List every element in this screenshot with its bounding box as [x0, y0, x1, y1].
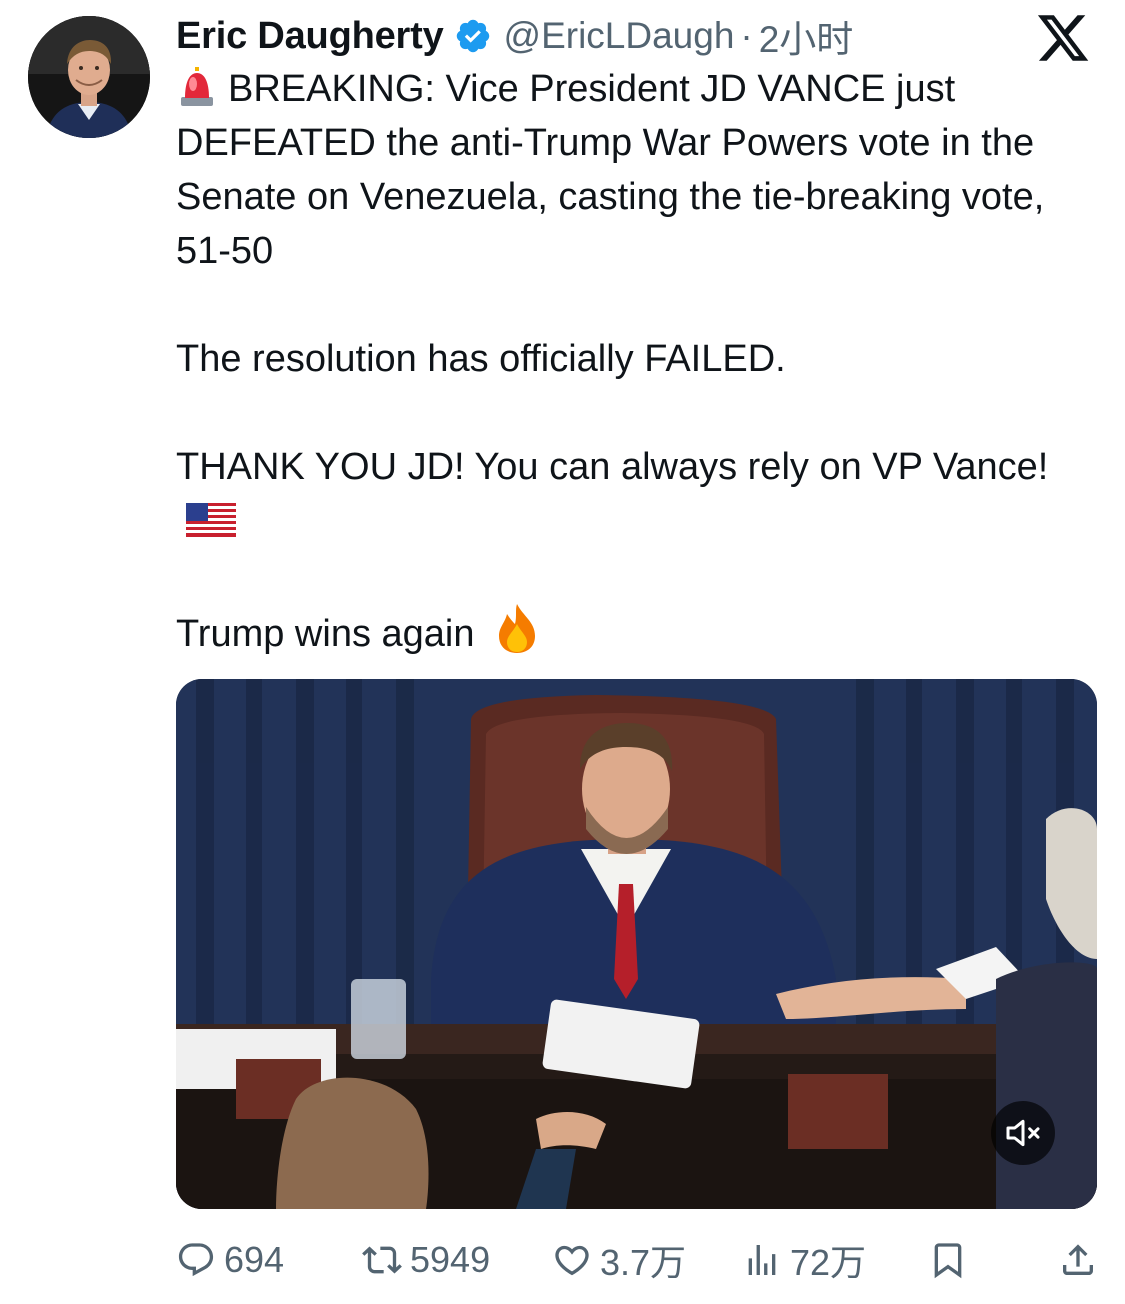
author-handle[interactable]: @EricLDaugh: [504, 15, 735, 57]
verified-badge-icon: [456, 19, 489, 53]
like-count: 3.7万: [600, 1242, 687, 1283]
reply-count: 694: [224, 1239, 285, 1280]
tweet-paragraph-3: THANK YOU JD! You can always rely on VP …: [176, 440, 1086, 548]
police-light-emoji: [181, 67, 213, 106]
repost-count: 5949: [410, 1239, 491, 1280]
x-logo-icon: [1037, 15, 1089, 61]
tweet-header: Eric Daugherty @EricLDaugh · 2小时: [176, 10, 853, 62]
fire-emoji: [499, 604, 536, 653]
tweet-line-breaking: BREAKING: Vice President JD VANCE just D…: [176, 68, 1045, 272]
bookmark-button[interactable]: [928, 1232, 976, 1288]
views-button[interactable]: 72万: [742, 1232, 866, 1288]
tweet-card[interactable]: Eric Daugherty @EricLDaugh · 2小时 BREAKIN…: [0, 0, 1125, 1304]
author-display-name[interactable]: Eric Daugherty: [176, 15, 444, 58]
reply-button[interactable]: 694: [176, 1232, 284, 1288]
tweet-paragraph-2: The resolution has officially FAILED.: [176, 338, 786, 380]
share-icon: [1063, 1244, 1093, 1275]
tweet-paragraph-4: Trump wins again: [176, 602, 1086, 661]
tweet-action-bar: 694 5949 3.7万 72万: [176, 1232, 1106, 1288]
like-button[interactable]: 3.7万: [552, 1232, 686, 1288]
bookmark-icon: [934, 1243, 962, 1279]
views-bar-chart-icon: [748, 1245, 776, 1275]
author-avatar[interactable]: [28, 16, 150, 138]
tweet-paragraph-1: BREAKING: Vice President JD VANCE just D…: [176, 62, 1086, 278]
reply-icon: [178, 1243, 214, 1277]
speaker-muted-icon: [1006, 1119, 1040, 1147]
mute-toggle-button[interactable]: [991, 1101, 1055, 1165]
tweet-text: BREAKING: Vice President JD VANCE just D…: [176, 62, 1086, 661]
share-button[interactable]: [1058, 1232, 1106, 1288]
views-count: 72万: [790, 1242, 867, 1283]
repost-icon: [362, 1246, 402, 1274]
tweet-line-thanks: THANK YOU JD! You can always rely on VP …: [176, 446, 1049, 488]
heart-icon: [555, 1245, 589, 1276]
video-frame: [176, 679, 1097, 1209]
repost-button[interactable]: 5949: [362, 1232, 490, 1288]
tweet-video[interactable]: [176, 679, 1097, 1209]
tweet-line-wins: Trump wins again: [176, 613, 475, 655]
separator-dot: ·: [740, 15, 753, 56]
tweet-timestamp[interactable]: 2小时: [759, 9, 854, 63]
us-flag-emoji: [186, 503, 236, 537]
